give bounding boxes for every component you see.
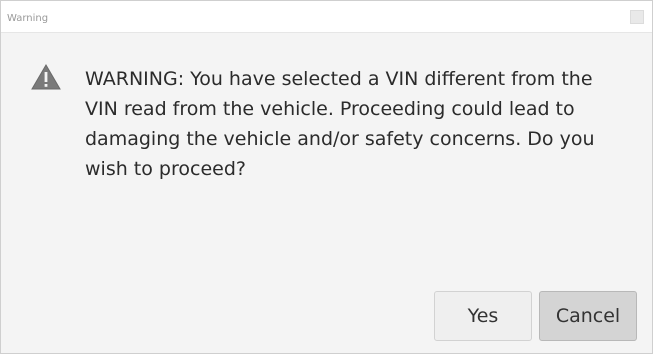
warning-message: WARNING: You have selected a VIN differe… [85,68,595,180]
yes-button[interactable]: Yes [434,291,532,341]
close-button[interactable] [630,10,644,24]
cancel-button[interactable]: Cancel [539,291,637,341]
warning-triangle-icon [31,64,61,90]
warning-dialog: Warning WARNING: You have selected a VIN… [0,0,653,354]
title-bar[interactable]: Warning [1,1,652,33]
dialog-title: Warning [7,13,49,24]
